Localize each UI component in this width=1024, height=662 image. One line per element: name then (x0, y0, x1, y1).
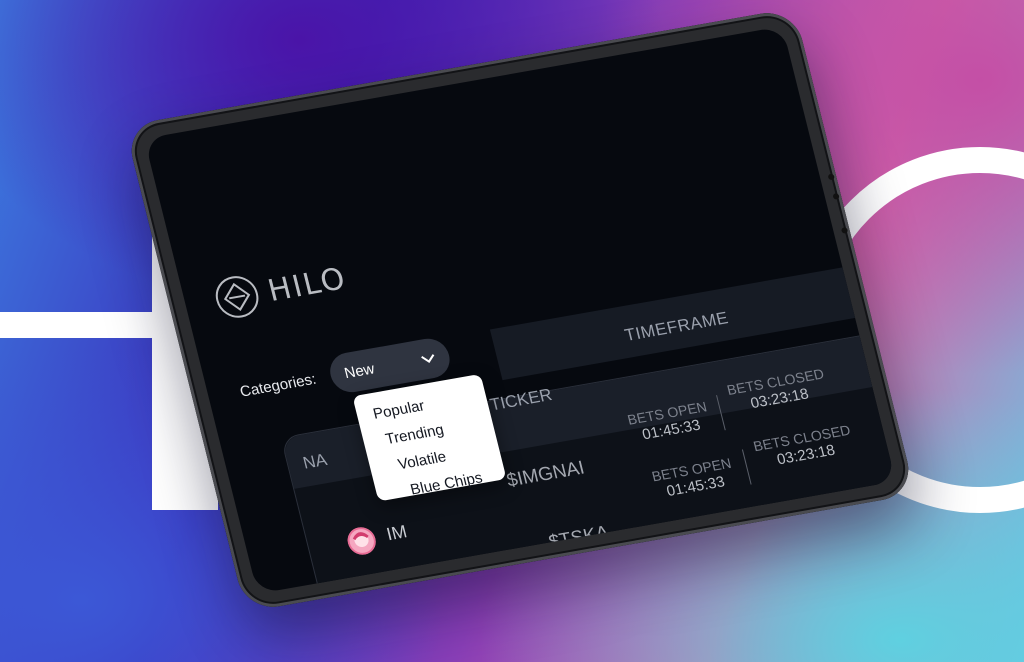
brand-logo[interactable]: HILO (210, 256, 351, 322)
category-select-value: New (342, 359, 377, 382)
table-row[interactable]: IM $IMGNAI BETS OPEN 01:45:33 BETS CLOSE… (144, 26, 826, 555)
sensor-dot (832, 192, 840, 200)
name-column-header: NA (300, 450, 329, 473)
tablet-frame: HILO TIMEFRAME Categories: New NA TICKER… (124, 7, 916, 613)
app-screen: HILO TIMEFRAME Categories: New NA TICKER… (144, 26, 896, 594)
row-name: TSUKA (408, 577, 473, 594)
brand-name: HILO (264, 260, 351, 309)
chevron-down-icon (421, 354, 435, 363)
sensor-dot (840, 226, 849, 234)
tsuka-coin-icon (373, 589, 402, 594)
hilo-diamond-icon (215, 276, 259, 318)
camera-dot (827, 173, 835, 181)
tablet-device: HILO TIMEFRAME Categories: New NA TICKER… (124, 7, 916, 613)
category-dropdown-menu: Popular Trending Volatile Blue Chips (352, 373, 507, 502)
table-row[interactable]: TSUKA $TSKA BETS OPEN 01:45:33 BETS CLOS… (144, 26, 852, 594)
categories-label: Categories: (238, 370, 318, 401)
